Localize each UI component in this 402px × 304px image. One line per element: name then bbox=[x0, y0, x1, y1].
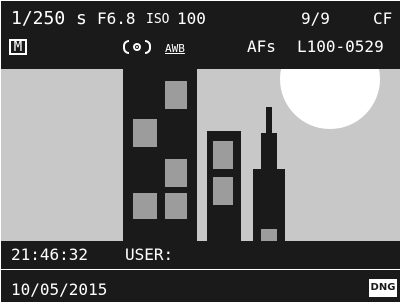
divider bbox=[1, 269, 400, 270]
file-number: L100-0529 bbox=[297, 37, 384, 56]
camera-playback-screen: 1/250 s F6.8 ISO 100 9/9 CF M AWB AFs L1… bbox=[1, 1, 400, 302]
iso-value: 100 bbox=[177, 9, 206, 28]
building-window bbox=[213, 177, 233, 205]
iso-label: ISO bbox=[146, 12, 170, 27]
building-window bbox=[133, 193, 157, 219]
building-window bbox=[213, 141, 233, 169]
spot-metering-icon bbox=[123, 38, 151, 56]
white-balance: AWB bbox=[165, 42, 185, 55]
capture-time: 21:46:32 bbox=[11, 245, 89, 264]
sun-shape bbox=[280, 69, 380, 129]
building-window bbox=[165, 159, 187, 187]
aperture: F6.8 bbox=[97, 9, 136, 28]
building-window bbox=[261, 229, 277, 241]
building-tall bbox=[123, 69, 197, 241]
building-window bbox=[165, 81, 187, 109]
building-spire bbox=[253, 169, 285, 241]
storage-card: CF bbox=[373, 9, 393, 28]
image-preview bbox=[1, 69, 400, 241]
af-mode: AFs bbox=[247, 37, 276, 56]
building-window bbox=[165, 193, 187, 219]
shutter-speed: 1/250 s bbox=[11, 8, 87, 29]
file-format-badge: DNG bbox=[369, 279, 397, 297]
capture-date: 10/05/2015 bbox=[11, 280, 108, 299]
building-window bbox=[133, 119, 157, 147]
building-spire bbox=[261, 133, 277, 173]
user-profile: USER: bbox=[125, 245, 174, 264]
frame-counter: 9/9 bbox=[301, 9, 330, 28]
exposure-mode-badge: M bbox=[9, 39, 27, 55]
building-medium bbox=[207, 131, 241, 241]
